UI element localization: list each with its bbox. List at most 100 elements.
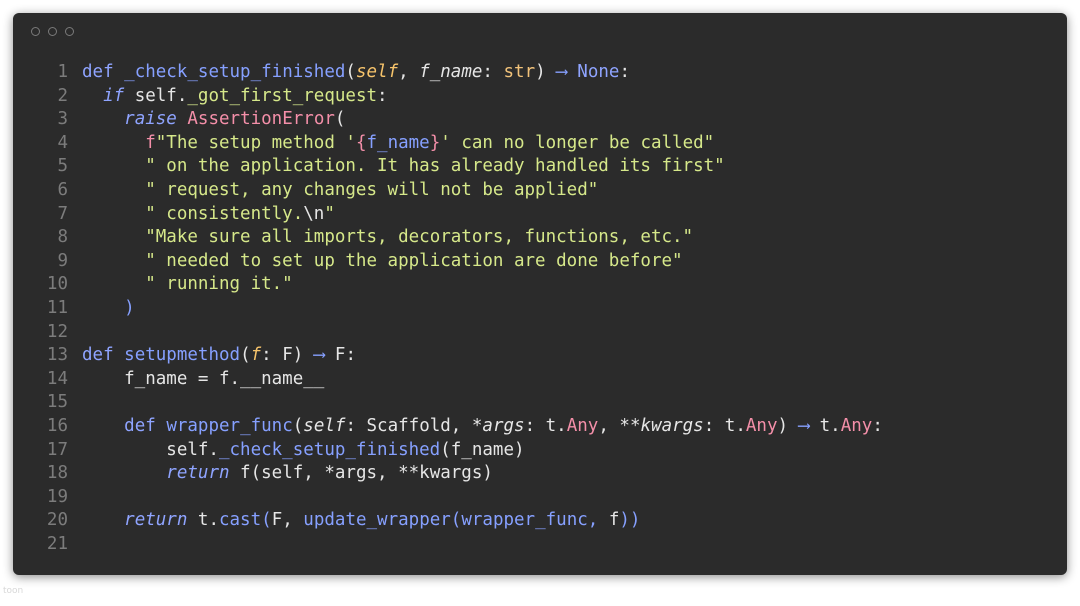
line-number: 10: [46, 274, 68, 295]
code-line: 9 " needed to set up the application are…: [13, 250, 1067, 274]
line-number: 5: [57, 156, 68, 177]
code-token: args: [482, 415, 525, 436]
line-number: 16: [46, 415, 68, 436]
code-token: :: [619, 62, 630, 82]
code-token: f(self, *args, **kwargs): [229, 463, 493, 484]
code-token: f_name = f.__name__: [82, 368, 325, 389]
code-line: 8 "Make sure all imports, decorators, fu…: [13, 226, 1067, 250]
code-line: 10 " running it.": [13, 273, 1067, 297]
code-text: return f(self, *args, **kwargs): [68, 462, 493, 486]
code-token: (: [240, 345, 251, 366]
code-token: , **: [598, 415, 641, 436]
code-line: 12: [13, 321, 1067, 345]
code-token: }: [429, 132, 441, 153]
code-token: update_wrapper(wrapper_func,: [303, 510, 609, 531]
code-token: : t.: [524, 415, 567, 436]
code-token: wrapper_func: [166, 415, 293, 436]
code-token: (: [261, 510, 272, 531]
line-number: 7: [57, 203, 68, 224]
code-text: " needed to set up the application are d…: [68, 250, 683, 274]
code-token: t.: [187, 510, 219, 531]
code-token: if: [103, 85, 125, 106]
code-line: 20 return t.cast(F, update_wrapper(wrapp…: [13, 509, 1067, 533]
code-token: setupmethod: [124, 345, 241, 366]
code-text: f_name = f.__name__: [68, 368, 324, 392]
line-number: 1: [57, 62, 68, 82]
code-text: "Make sure all imports, decorators, func…: [68, 226, 693, 250]
line-number: 20: [46, 510, 68, 531]
code-line: 14 f_name = f.__name__: [13, 368, 1067, 392]
code-line: 4 f"The setup method '{f_name}' can no l…: [13, 132, 1067, 156]
line-number: 3: [57, 109, 68, 130]
code-token: ): [535, 62, 557, 82]
line-number: 2: [57, 85, 68, 106]
window-minimize-dot-icon[interactable]: [48, 27, 57, 36]
code-token: def: [82, 345, 125, 366]
code-line: 19: [13, 486, 1067, 510]
code-token: return: [166, 463, 230, 484]
code-editor[interactable]: 1 def _check_setup_finished(self, f_name:…: [13, 61, 1067, 556]
code-text: " consistently.\n": [68, 203, 335, 227]
code-token: " consistently.: [145, 203, 304, 224]
code-token: :: [377, 85, 388, 106]
code-token: cast: [218, 510, 262, 531]
line-number: 12: [46, 321, 68, 342]
line-number: 4: [57, 132, 68, 153]
code-text: ): [68, 297, 135, 321]
code-token: :: [872, 415, 883, 436]
code-token: def: [82, 62, 125, 82]
code-line: 5 " on the application. It has already h…: [13, 155, 1067, 179]
code-line: 18 return f(self, *args, **kwargs): [13, 462, 1067, 486]
code-token: : F): [261, 345, 314, 366]
code-token: " needed to set up the application are d…: [145, 250, 683, 271]
code-line: 11 ): [13, 297, 1067, 321]
code-token: ⟶: [798, 415, 810, 436]
code-token: self.: [124, 85, 188, 106]
code-token: (: [334, 109, 346, 130]
code-window: 1 def _check_setup_finished(self, f_name:…: [13, 13, 1067, 575]
code-token: F,: [271, 510, 304, 531]
code-token: {: [355, 132, 367, 153]
code-text: if self._got_first_request:: [68, 85, 388, 109]
code-text: raise AssertionError(: [68, 108, 345, 132]
window-close-dot-icon[interactable]: [31, 27, 40, 36]
line-number: 15: [46, 392, 68, 413]
window-maximize-dot-icon[interactable]: [65, 27, 74, 36]
code-token: ⟶: [556, 62, 567, 82]
code-token: f: [250, 345, 262, 366]
code-token: self.: [82, 439, 219, 460]
code-line: 13 def setupmethod(f: F) ⟶ F:: [13, 344, 1067, 368]
code-token: (: [345, 62, 356, 82]
code-token: _check_setup_finished: [218, 439, 441, 460]
code-line: 7 " consistently.\n": [13, 203, 1067, 227]
code-line: 1 def _check_setup_finished(self, f_name:…: [13, 61, 1067, 85]
code-token: (: [292, 415, 304, 436]
code-token: : t.: [703, 415, 746, 436]
code-text: def wrapper_func(self: Scaffold, *args: …: [68, 415, 883, 439]
code-token: Any: [745, 415, 778, 436]
code-line: 15: [13, 391, 1067, 415]
code-token: raise: [124, 109, 177, 130]
code-line: 16 def wrapper_func(self: Scaffold, *arg…: [13, 415, 1067, 439]
code-text: " request, any changes will not be appli…: [68, 179, 598, 203]
code-token: str: [503, 62, 536, 82]
code-text: return t.cast(F, update_wrapper(wrapper_…: [68, 509, 640, 533]
code-token: F:: [324, 345, 356, 366]
code-token: ): [777, 415, 799, 436]
code-line: 6 " request, any changes will not be app…: [13, 179, 1067, 203]
